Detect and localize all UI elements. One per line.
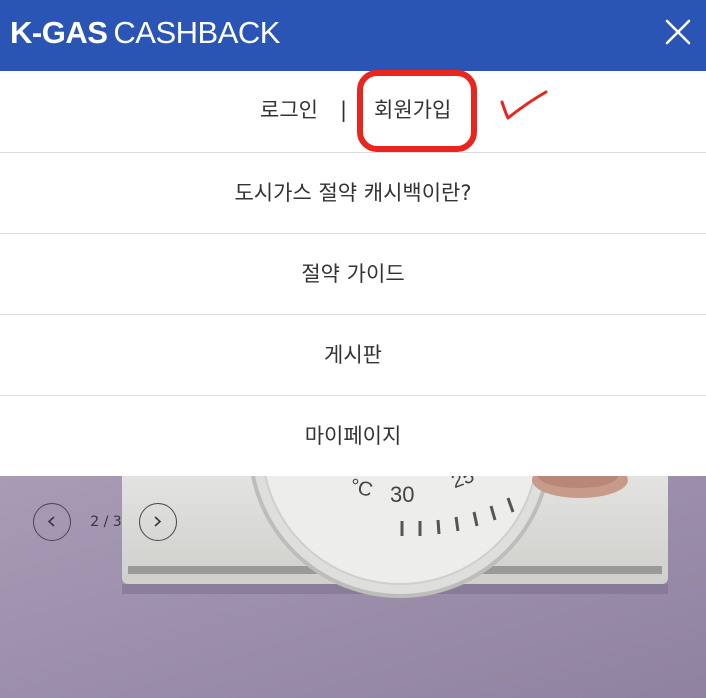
- header-bar: K-GAS CASHBACK: [0, 0, 706, 71]
- slider-counter: 2 / 3: [90, 514, 122, 530]
- signup-link[interactable]: 회원가입: [374, 96, 451, 124]
- menu-item-label: 도시가스 절약 캐시백이란?: [234, 181, 472, 205]
- logo-bold-text: K-GAS: [10, 15, 108, 50]
- menu-item-label: 게시판: [324, 343, 382, 367]
- menu-item-guide[interactable]: 절약 가이드: [0, 234, 706, 315]
- logo[interactable]: K-GAS CASHBACK: [10, 14, 280, 52]
- menu-item-mypage[interactable]: 마이페이지: [0, 396, 706, 477]
- menu-item-board[interactable]: 게시판: [0, 315, 706, 396]
- svg-text:30: 30: [390, 482, 414, 507]
- slider-next-button[interactable]: [139, 503, 177, 541]
- login-link[interactable]: 로그인: [260, 96, 318, 124]
- chevron-left-icon: [47, 516, 55, 527]
- hero-image: 30 °C 25: [0, 476, 706, 698]
- auth-separator: |: [340, 98, 348, 122]
- auth-row: 로그인 | 회원가입: [0, 71, 706, 153]
- slider-prev-button[interactable]: [33, 503, 71, 541]
- logo-light-text: CASHBACK: [113, 15, 280, 50]
- menu-item-label: 마이페이지: [304, 424, 402, 448]
- thermostat-image: 30 °C 25: [0, 476, 706, 698]
- menu-item-label: 절약 가이드: [301, 262, 405, 286]
- close-button[interactable]: [660, 14, 696, 50]
- close-icon: [665, 19, 691, 45]
- chevron-right-icon: [154, 516, 162, 527]
- menu-item-about[interactable]: 도시가스 절약 캐시백이란?: [0, 153, 706, 234]
- page: K-GAS CASHBACK 로그인 | 회원가입 도시가스 절약 캐시백이란? …: [0, 0, 706, 698]
